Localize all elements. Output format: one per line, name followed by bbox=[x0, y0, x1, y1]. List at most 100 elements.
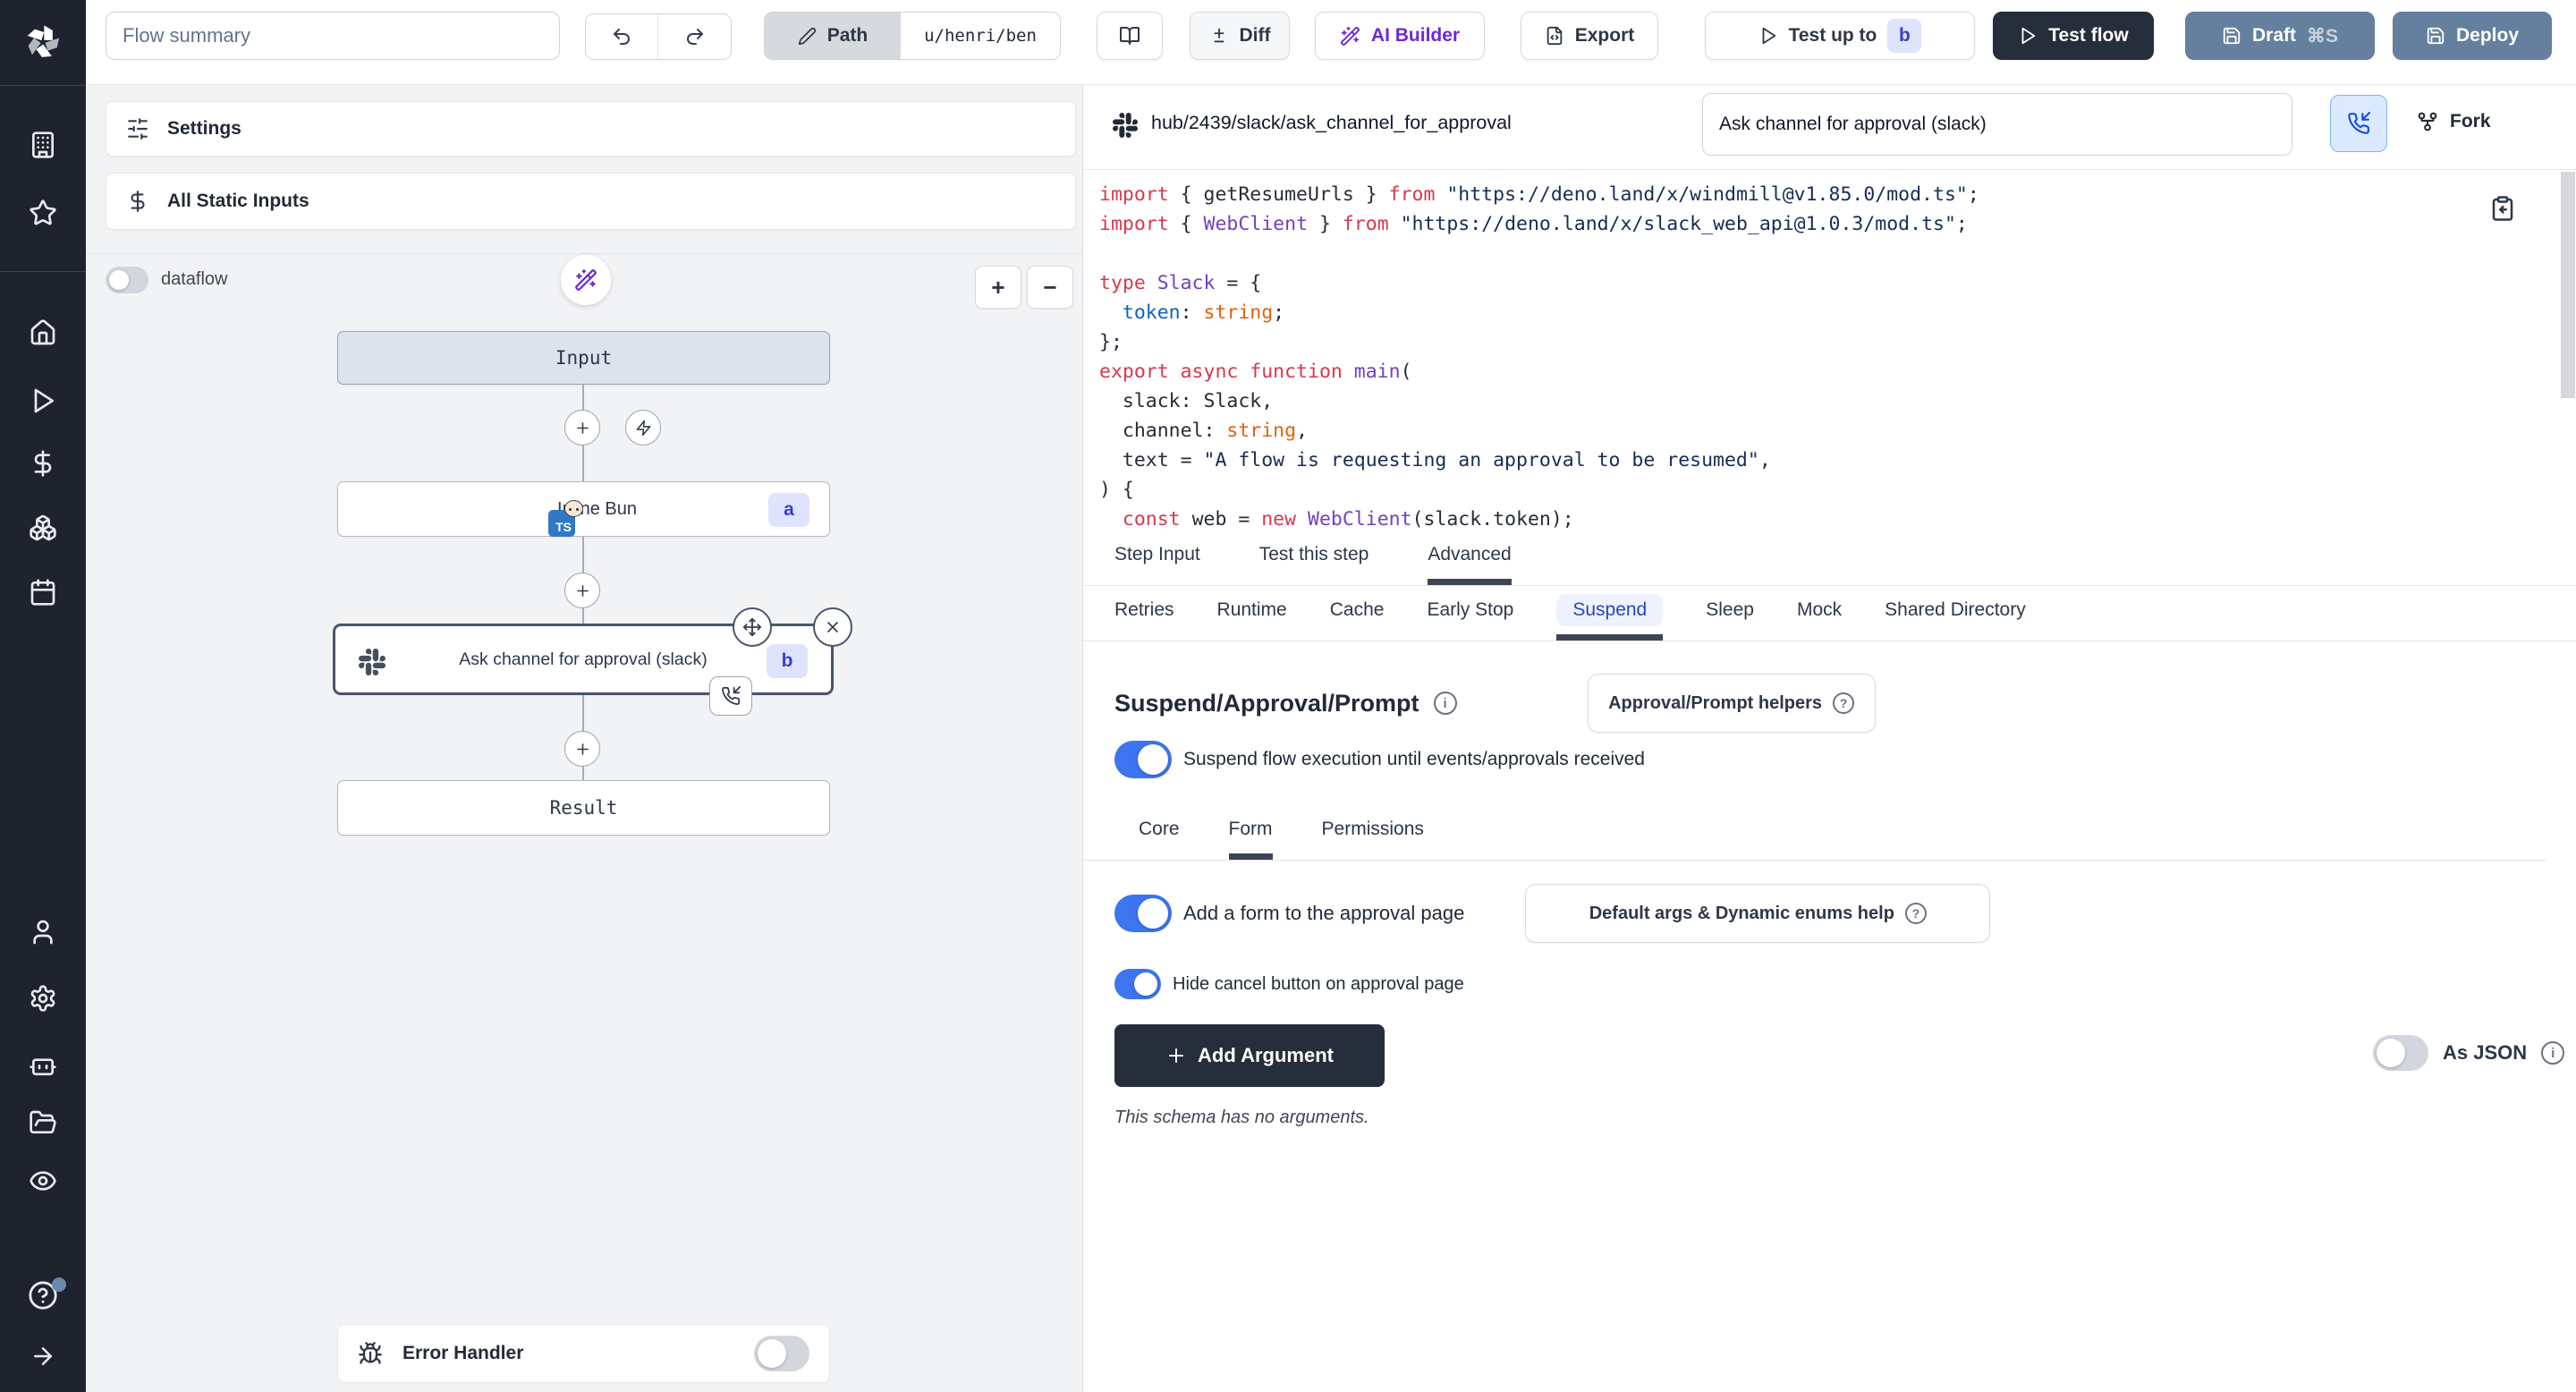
clipboard-icon bbox=[2489, 195, 2516, 222]
suspend-indicator-button[interactable] bbox=[2330, 95, 2387, 152]
play-icon bbox=[1758, 26, 1778, 46]
error-handler-row[interactable]: Error Handler bbox=[337, 1324, 830, 1383]
subtab-shared-directory[interactable]: Shared Directory bbox=[1885, 586, 2026, 641]
all-static-inputs-label: All Static Inputs bbox=[167, 191, 309, 212]
variables-dollar-icon[interactable] bbox=[0, 446, 86, 481]
tab-permissions[interactable]: Permissions bbox=[1322, 805, 1424, 860]
subtab-suspend[interactable]: Suspend bbox=[1556, 586, 1663, 641]
hub-path: hub/2439/slack/ask_channel_for_approval bbox=[1151, 112, 1512, 134]
copy-code-button[interactable] bbox=[2489, 195, 2516, 222]
docs-book-button[interactable] bbox=[1097, 12, 1163, 60]
empty-schema-text: This schema has no arguments. bbox=[1114, 1108, 1369, 1128]
schedules-calendar-icon[interactable] bbox=[0, 574, 86, 610]
hide-cancel-label: Hide cancel button on approval page bbox=[1173, 974, 1464, 995]
zoom-in-button[interactable]: + bbox=[975, 266, 1021, 309]
ai-builder-button[interactable]: AI Builder bbox=[1315, 12, 1485, 60]
code-scrollbar[interactable] bbox=[2561, 172, 2575, 398]
plus-icon bbox=[574, 582, 591, 599]
default-args-help-button[interactable]: Default args & Dynamic enums help ? bbox=[1525, 884, 1990, 943]
subtab-early-stop[interactable]: Early Stop bbox=[1427, 586, 1513, 641]
add-form-label: Add a form to the approval page bbox=[1183, 902, 1464, 925]
step-name-input[interactable] bbox=[1702, 93, 2292, 156]
fork-button[interactable]: Fork bbox=[2416, 110, 2491, 133]
draft-button[interactable]: Draft ⌘S bbox=[2185, 12, 2375, 60]
topbar: Path u/henri/ben Diff AI Builder Export … bbox=[86, 0, 2576, 85]
redo-icon bbox=[684, 26, 706, 47]
as-json-toggle[interactable] bbox=[2373, 1035, 2428, 1071]
subtab-runtime[interactable]: Runtime bbox=[1217, 586, 1287, 641]
save-icon bbox=[2222, 26, 2241, 46]
ai-flow-wand-button[interactable] bbox=[561, 255, 611, 305]
delete-step-button[interactable] bbox=[813, 607, 852, 647]
undo-button[interactable] bbox=[586, 14, 658, 59]
deploy-button[interactable]: Deploy bbox=[2393, 12, 2552, 60]
info-icon[interactable]: i bbox=[2541, 1041, 2564, 1065]
resources-boxes-icon[interactable] bbox=[0, 510, 86, 546]
path-value[interactable]: u/henri/ben bbox=[901, 13, 1060, 59]
subtab-mock[interactable]: Mock bbox=[1797, 586, 1842, 641]
favorites-star-icon[interactable] bbox=[0, 195, 86, 231]
app-rail bbox=[0, 0, 86, 1392]
folders-icon[interactable] bbox=[0, 1105, 86, 1141]
hide-cancel-toggle[interactable] bbox=[1114, 969, 1161, 999]
workspace-icon[interactable] bbox=[0, 127, 86, 163]
help-circle-icon: ? bbox=[1905, 903, 1927, 924]
test-flow-button[interactable]: Test flow bbox=[1993, 12, 2154, 60]
dataflow-toggle[interactable] bbox=[106, 267, 148, 293]
insert-step-button[interactable] bbox=[564, 410, 600, 446]
subtab-retries[interactable]: Retries bbox=[1114, 586, 1174, 641]
workers-bot-icon[interactable] bbox=[0, 1047, 86, 1082]
code-editor[interactable]: import { getResumeUrls } from "https://d… bbox=[1083, 170, 2576, 530]
dollar-icon bbox=[126, 190, 149, 213]
audit-eye-icon[interactable] bbox=[0, 1163, 86, 1199]
runs-play-icon[interactable] bbox=[0, 383, 86, 419]
info-icon[interactable]: i bbox=[1434, 692, 1457, 715]
insert-step-button[interactable] bbox=[564, 731, 600, 767]
subtab-cache[interactable]: Cache bbox=[1330, 586, 1385, 641]
suspend-heading: Suspend/Approval/Prompt bbox=[1114, 690, 1419, 717]
windmill-logo[interactable] bbox=[0, 13, 86, 72]
zoom-out-button[interactable]: − bbox=[1027, 266, 1073, 309]
insert-trigger-button[interactable] bbox=[625, 410, 661, 446]
tab-step-input[interactable]: Step Input bbox=[1114, 530, 1200, 585]
tab-core[interactable]: Core bbox=[1139, 805, 1180, 860]
phone-incoming-icon bbox=[721, 686, 741, 706]
undo-icon bbox=[611, 26, 632, 47]
user-icon[interactable] bbox=[0, 914, 86, 950]
error-handler-toggle[interactable] bbox=[754, 1336, 809, 1371]
input-node[interactable]: Input bbox=[337, 331, 830, 385]
export-button[interactable]: Export bbox=[1521, 12, 1658, 60]
add-argument-button[interactable]: Add Argument bbox=[1114, 1024, 1385, 1087]
all-static-inputs-button[interactable]: All Static Inputs bbox=[106, 173, 1076, 230]
home-icon[interactable] bbox=[0, 315, 86, 351]
inline-bun-node[interactable]: TS Inline Bun a bbox=[337, 481, 830, 537]
subtab-sleep[interactable]: Sleep bbox=[1706, 586, 1754, 641]
redo-button[interactable] bbox=[658, 14, 731, 59]
result-node[interactable]: Result bbox=[337, 780, 830, 836]
code-lines: import { getResumeUrls } from "https://d… bbox=[1099, 180, 1979, 534]
settings-gear-icon[interactable] bbox=[0, 980, 86, 1016]
collapse-arrow-icon[interactable] bbox=[0, 1338, 86, 1374]
insert-step-button[interactable] bbox=[564, 573, 600, 608]
suspend-flow-toggle[interactable] bbox=[1114, 741, 1172, 778]
sliders-icon bbox=[126, 117, 149, 140]
approval-step-node[interactable]: Ask channel for approval (slack) b bbox=[333, 624, 834, 695]
tab-test-this-step[interactable]: Test this step bbox=[1259, 530, 1369, 585]
diff-button[interactable]: Diff bbox=[1190, 12, 1290, 60]
add-form-toggle[interactable] bbox=[1114, 895, 1172, 932]
minus-icon: − bbox=[1043, 274, 1056, 301]
flow-settings-button[interactable]: Settings bbox=[106, 101, 1076, 157]
zap-icon bbox=[635, 420, 652, 437]
error-handler-label: Error Handler bbox=[402, 1343, 523, 1364]
tab-advanced[interactable]: Advanced bbox=[1428, 530, 1511, 585]
diff-label: Diff bbox=[1240, 25, 1271, 47]
test-up-to-button[interactable]: Test up to b bbox=[1705, 12, 1975, 60]
hide-cancel-row: Hide cancel button on approval page bbox=[1114, 969, 1464, 999]
move-step-handle[interactable] bbox=[733, 607, 772, 647]
typescript-bun-icon: TS bbox=[548, 510, 575, 537]
help-icon[interactable] bbox=[0, 1277, 86, 1313]
approval-prompt-helpers-button[interactable]: Approval/Prompt helpers ? bbox=[1588, 674, 1876, 733]
flow-summary-input[interactable] bbox=[106, 12, 560, 60]
path-button[interactable]: Path bbox=[765, 13, 901, 59]
tab-form[interactable]: Form bbox=[1229, 805, 1273, 860]
